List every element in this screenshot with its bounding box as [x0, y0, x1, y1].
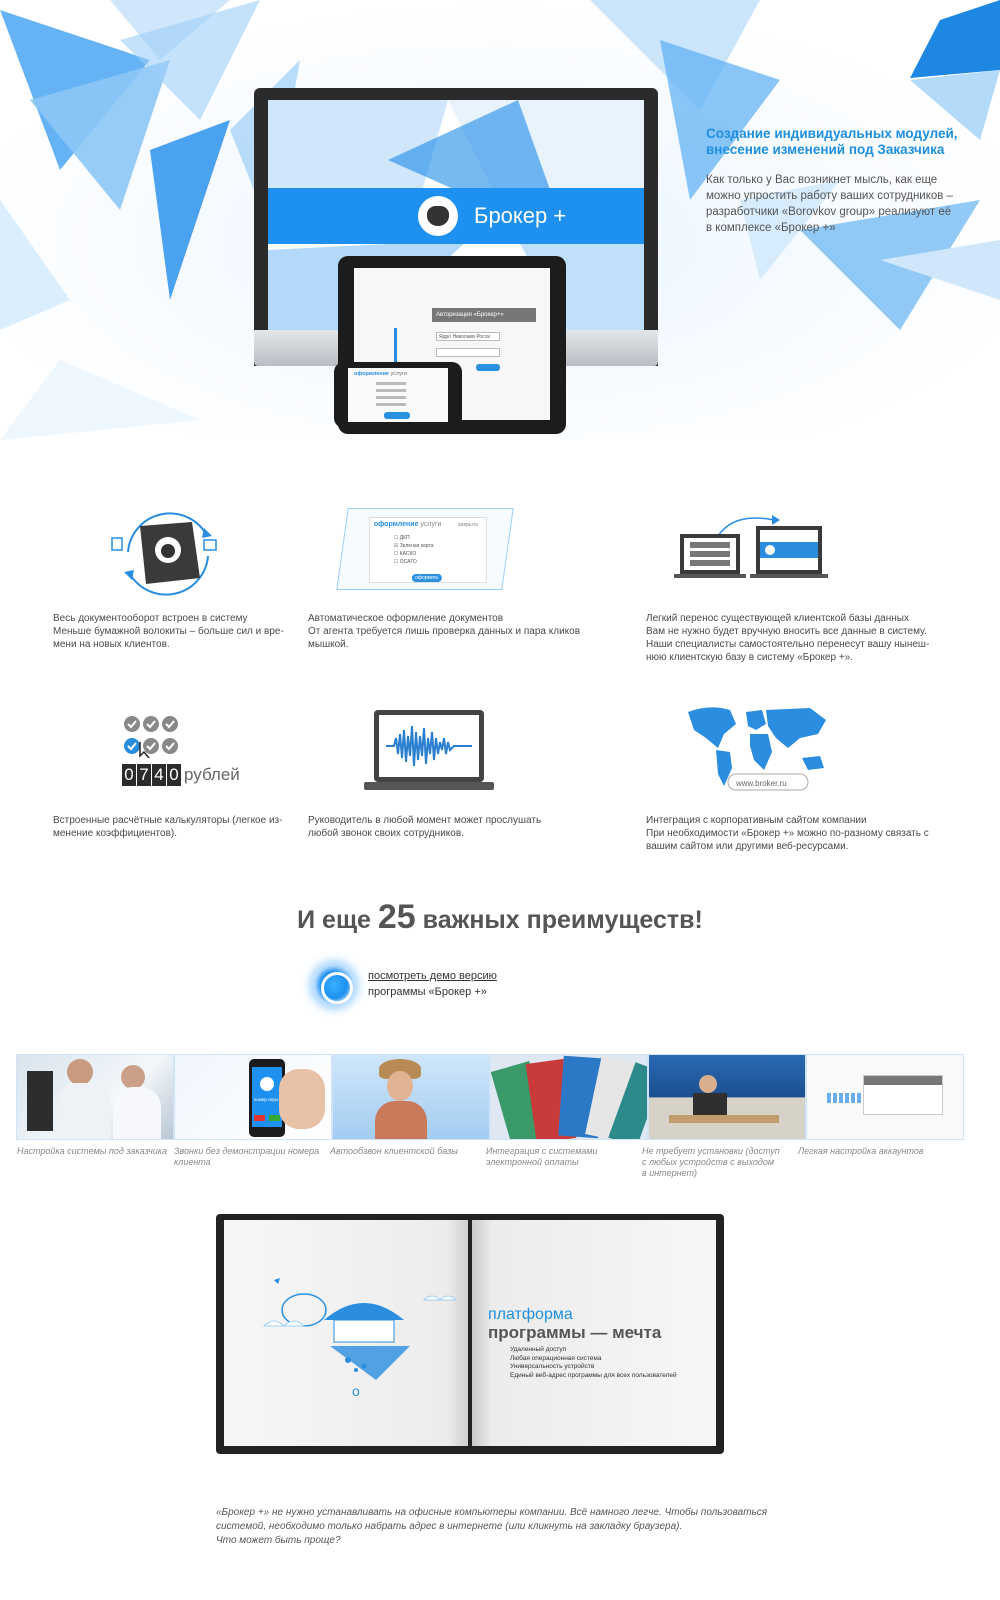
- person-body: [375, 1101, 427, 1139]
- doc-form-card: оформление услуги закрыть ☐ ДКП ☑ Зелена…: [336, 508, 514, 590]
- counter-digit: 4: [152, 764, 166, 786]
- brand-logo-icon: [260, 1077, 274, 1091]
- tablet-auth-title: Авторизация «Брокер+»: [432, 308, 536, 322]
- tablet-password-field: [436, 348, 500, 357]
- hero-section: Брокер + Авторизация «Брокер+» Ядро Нико…: [0, 0, 1000, 440]
- demo-play-icon[interactable]: [311, 962, 357, 1008]
- phone-option-row: [376, 396, 406, 399]
- call-recording-laptop-icon: [364, 710, 494, 790]
- doc-form-option[interactable]: ☐ ДКП: [394, 534, 434, 542]
- strip-caption: Легкая настройка аккаунтов: [798, 1146, 924, 1156]
- phone-submit-button: [384, 412, 410, 419]
- demo-subtitle: программы «Брокер +»: [368, 986, 487, 998]
- doc-form-inner: оформление услуги закрыть ☐ ДКП ☑ Зелена…: [368, 517, 487, 583]
- person-head: [121, 1065, 145, 1089]
- doc-form-option[interactable]: ☐ КАСКО: [394, 550, 434, 558]
- demo-version-link[interactable]: посмотреть демо версию: [368, 970, 497, 982]
- strip-photo-hidden-number[interactable]: номер скрыт: [174, 1054, 332, 1140]
- person-head: [387, 1071, 413, 1101]
- book-title-platform: платформа: [488, 1306, 573, 1323]
- doc-form-title: оформление услуги: [373, 521, 442, 528]
- hero-title: Создание индивидуальных модулей, внесени…: [706, 126, 958, 157]
- doc-form-option[interactable]: ☑ Зеленая карта: [394, 542, 434, 550]
- counter-digit: 0: [122, 764, 136, 786]
- tablet-login-field: Ядро Николаев Росси: [436, 332, 500, 341]
- login-window-header: [864, 1076, 942, 1085]
- counter-digit: 7: [137, 764, 151, 786]
- person-head: [699, 1075, 717, 1093]
- person-body: [57, 1083, 111, 1139]
- phone-screen: оформление услуги: [348, 368, 448, 422]
- strip-photo-no-install[interactable]: [648, 1054, 806, 1140]
- hidden-number-text: номер скрыт: [253, 1097, 281, 1102]
- book-left-page: o: [224, 1220, 468, 1446]
- feature-text-documents: Весь документооборот встроен в систему М…: [53, 613, 284, 650]
- checkmarks-icon: [124, 716, 178, 758]
- doc-form-submit-button[interactable]: оформить: [411, 574, 442, 582]
- accept-icon: [269, 1115, 280, 1121]
- strip-caption: Не требует установки (доступ с любых уст…: [642, 1146, 780, 1178]
- feature-text-calculators: Встроенные расчётные калькуляторы (легко…: [53, 815, 283, 839]
- person-body: [113, 1087, 161, 1139]
- phone-screen-title: оформление услуги: [354, 371, 408, 377]
- strip-photo-autodial[interactable]: [332, 1054, 490, 1140]
- doc-form-toggle[interactable]: закрыть: [458, 522, 478, 528]
- feature-text-call-listening: Руководитель в любой момент может прослу…: [308, 815, 542, 839]
- flying-house-illustration: o: [262, 1278, 458, 1399]
- site-url-badge[interactable]: www.broker.ru: [736, 779, 787, 788]
- phone-display: номер скрыт: [252, 1067, 282, 1127]
- strip-caption: Интеграция с системами электронной оплат…: [486, 1146, 598, 1167]
- feature-text-site-integration: Интеграция с корпоративным сайтом компан…: [646, 815, 929, 852]
- strip-caption: Звонки без демонстрации номера клиента: [174, 1146, 320, 1167]
- feature-text-db-transfer: Легкий перенос существующей клиентской б…: [646, 613, 930, 663]
- phone-mockup: оформление услуги: [334, 362, 462, 428]
- calculator-counter: 0 7 4 0: [122, 764, 181, 786]
- doc-form-option[interactable]: ☐ ОСАГО: [394, 558, 434, 566]
- advantages-headline: И еще 25 важных преимуществ!: [297, 898, 703, 936]
- decline-icon: [254, 1115, 265, 1121]
- phone-option-row: [376, 403, 406, 406]
- phone-option-row: [376, 389, 406, 392]
- hand-shape: [279, 1069, 325, 1129]
- monitor-shape: [27, 1071, 53, 1131]
- desk-shape: [669, 1115, 779, 1123]
- data-transfer-icon: [674, 515, 828, 578]
- feature-text-auto-docs: Автоматическое оформление документов От …: [308, 613, 581, 650]
- book-title-dream: программы — мечта: [488, 1323, 662, 1342]
- hero-description: Как только у Вас возникнет мысль, как ещ…: [706, 174, 953, 234]
- svg-text:o: o: [352, 1383, 360, 1399]
- strip-caption: Автообзвон клиентской базы: [330, 1146, 458, 1156]
- strip-photo-account-setup[interactable]: [806, 1054, 964, 1140]
- person-head: [67, 1059, 93, 1085]
- calculator-unit: рублей: [184, 765, 240, 784]
- strip-caption: Настройка системы под заказчика: [17, 1146, 168, 1156]
- brand-logo-icon: [418, 196, 458, 236]
- bottom-description: «Брокер +» не нужно устанавливать на офи…: [216, 1507, 768, 1546]
- features-image-strip: номер скрыт: [16, 1054, 966, 1140]
- book-feature-list: Удаленный доступ Любая операционная сист…: [510, 1346, 677, 1379]
- tablet-login-button: [476, 364, 500, 371]
- login-window-shape: [863, 1075, 943, 1115]
- doc-form-options: ☐ ДКП ☑ Зеленая карта ☐ КАСКО ☐ ОСАГО: [394, 534, 434, 566]
- brand-name: Брокер +: [474, 203, 567, 228]
- strip-photo-office[interactable]: [16, 1054, 174, 1140]
- strip-photo-payments[interactable]: [490, 1054, 648, 1140]
- counter-digit: 0: [167, 764, 181, 786]
- phone-option-row: [376, 382, 406, 385]
- document-workflow-icon: [111, 512, 217, 596]
